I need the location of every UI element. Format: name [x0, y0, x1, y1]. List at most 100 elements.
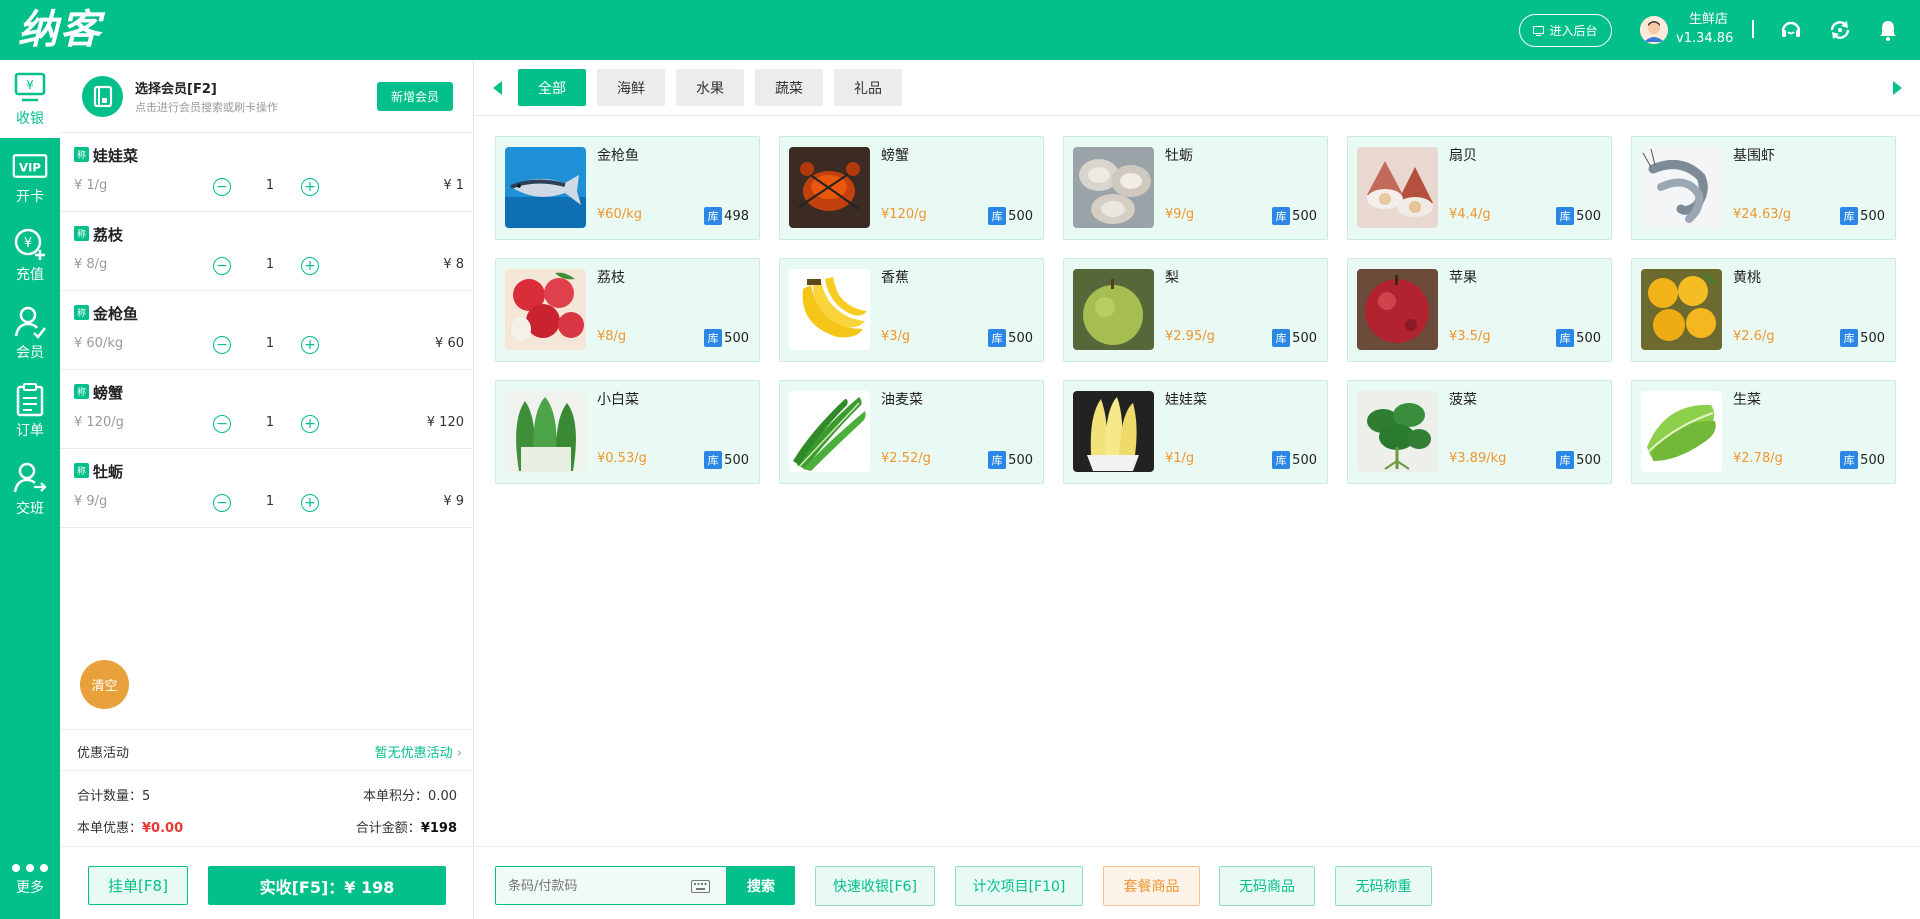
- goods-name: 香蕉: [881, 270, 909, 286]
- stock-badge: 库: [1272, 207, 1291, 225]
- goods-image: [789, 147, 870, 228]
- goods-name: 牡蛎: [1165, 148, 1193, 164]
- cart-item-unit-price: ¥ 60/kg: [74, 336, 124, 351]
- goods-card[interactable]: 娃娃菜 ¥1/g 库 500: [1063, 380, 1328, 484]
- goods-stock: 库 500: [1840, 451, 1885, 469]
- no-code-weigh-button[interactable]: 无码称重: [1335, 866, 1432, 906]
- cart-item-subtotal: ¥ 8: [443, 257, 464, 272]
- goods-stock: 库 500: [704, 329, 749, 347]
- nav-item-shift[interactable]: 交班: [0, 450, 60, 528]
- nav-label-cashier: 收银: [16, 111, 44, 127]
- barcode-search-box[interactable]: [495, 866, 727, 905]
- goods-card[interactable]: 梨 ¥2.95/g 库 500: [1063, 258, 1328, 362]
- promotion-value[interactable]: 暂无优惠活动 ›: [375, 742, 462, 761]
- no-code-goods-button[interactable]: 无码商品: [1219, 866, 1315, 906]
- goods-card[interactable]: 荔枝 ¥8/g 库 500: [495, 258, 760, 362]
- qty-minus-button[interactable]: −: [213, 257, 231, 275]
- goods-card[interactable]: 小白菜 ¥0.53/g 库 500: [495, 380, 760, 484]
- goods-image: [1357, 147, 1438, 228]
- goods-price: ¥3.5/g: [1449, 329, 1491, 344]
- nav-item-order[interactable]: 订单: [0, 372, 60, 450]
- goods-name: 苹果: [1449, 270, 1477, 286]
- customer-service-icon[interactable]: [1779, 18, 1803, 42]
- hang-order-button[interactable]: 挂单[F8]: [88, 866, 188, 905]
- total-amount-label: 合计金额：: [355, 821, 421, 836]
- clear-cart-button[interactable]: 清空: [80, 660, 129, 709]
- qty-plus-button[interactable]: +: [301, 257, 319, 275]
- cart-panel: 选择会员[F2] 点击进行会员搜索或刷卡操作 新增会员 称娃娃菜 ¥ 1/g −1 +…: [60, 60, 474, 919]
- qty-plus-button[interactable]: +: [301, 336, 319, 354]
- qty-plus-button[interactable]: +: [301, 494, 319, 512]
- tab-category[interactable]: 礼品: [834, 69, 902, 106]
- count-items-button[interactable]: 计次项目[F10]: [955, 866, 1083, 906]
- stock-badge: 库: [704, 329, 723, 347]
- search-button[interactable]: 搜索: [727, 866, 795, 905]
- checkout-button[interactable]: 实收[F5]：¥ 198: [208, 866, 446, 905]
- qty-plus-button[interactable]: +: [301, 415, 319, 433]
- promotion-row[interactable]: 优惠活动 暂无优惠活动 ›: [60, 729, 474, 771]
- member-icon: [14, 306, 46, 339]
- shift-icon: [13, 462, 47, 493]
- goods-card[interactable]: 扇贝 ¥4.4/g 库 500: [1347, 136, 1612, 240]
- goods-card[interactable]: 菠菜 ¥3.89/kg 库 500: [1347, 380, 1612, 484]
- goods-image: [789, 391, 870, 472]
- goods-price: ¥120/g: [881, 207, 927, 222]
- summary-row-amount: 本单优惠：¥0.00 合计金额：¥198: [77, 817, 457, 836]
- tab-category[interactable]: 水果: [676, 69, 744, 106]
- add-member-button[interactable]: 新增会员: [377, 82, 453, 111]
- qty-minus-button[interactable]: −: [213, 494, 231, 512]
- cart-row[interactable]: 称牡蛎 ¥ 9/g − 1 + ¥ 9: [60, 449, 474, 528]
- goods-card[interactable]: 黄桃 ¥2.6/g 库 500: [1631, 258, 1896, 362]
- goods-price: ¥60/kg: [597, 207, 642, 222]
- goods-card[interactable]: 螃蟹 ¥120/g 库 500: [779, 136, 1044, 240]
- barcode-search-input[interactable]: [508, 877, 678, 895]
- goods-card[interactable]: 金枪鱼 ¥60/kg 库 498: [495, 136, 760, 240]
- cart-row[interactable]: 称娃娃菜 ¥ 1/g − 1 + ¥ 1: [60, 133, 474, 212]
- goods-stock-value: 500: [1008, 208, 1033, 224]
- nav-item-cashier[interactable]: ¥ 收银: [0, 60, 60, 138]
- goods-card[interactable]: 油麦菜 ¥2.52/g 库 500: [779, 380, 1044, 484]
- enter-backend-button[interactable]: 进入后台: [1519, 14, 1612, 47]
- arrow-left-icon[interactable]: [493, 81, 502, 95]
- minus-icon: −: [216, 495, 228, 511]
- qty-minus-button[interactable]: −: [213, 178, 231, 196]
- qty-plus-button[interactable]: +: [301, 178, 319, 196]
- tab-category[interactable]: 海鲜: [597, 69, 665, 106]
- package-goods-button[interactable]: 套餐商品: [1103, 866, 1200, 906]
- tab-category[interactable]: 蔬菜: [755, 69, 823, 106]
- cart-row[interactable]: 称荔枝 ¥ 8/g − 1 + ¥ 8: [60, 212, 474, 291]
- qty-minus-button[interactable]: −: [213, 336, 231, 354]
- bell-icon[interactable]: [1876, 18, 1900, 42]
- goods-card[interactable]: 香蕉 ¥3/g 库 500: [779, 258, 1044, 362]
- total-amount-value: ¥198: [420, 821, 457, 836]
- weighed-badge: 称: [74, 305, 89, 320]
- nav-item-more[interactable]: 更多: [0, 840, 60, 918]
- store-name: 生鲜店: [1688, 12, 1728, 27]
- discount-label: 本单优惠：: [77, 821, 143, 836]
- avatar[interactable]: [1640, 16, 1668, 44]
- cart-row[interactable]: 称金枪鱼 ¥ 60/kg − 1 + ¥ 60: [60, 291, 474, 370]
- member-select[interactable]: 选择会员[F2] 点击进行会员搜索或刷卡操作 新增会员: [60, 60, 474, 133]
- sync-icon[interactable]: [1828, 18, 1852, 42]
- quick-checkout-button[interactable]: 快速收银[F6]: [815, 866, 935, 906]
- goods-price: ¥2.78/g: [1733, 451, 1783, 466]
- arrow-right-icon[interactable]: [1893, 81, 1902, 95]
- keyboard-icon[interactable]: [691, 880, 710, 893]
- nav-label-open-card: 开卡: [16, 189, 44, 205]
- goods-card[interactable]: 苹果 ¥3.5/g 库 500: [1347, 258, 1612, 362]
- nav-item-open-card[interactable]: VIP 开卡: [0, 138, 60, 216]
- goods-image: [1641, 147, 1722, 228]
- goods-name: 梨: [1165, 270, 1179, 286]
- cart-row[interactable]: 称螃蟹 ¥ 120/g − 1 + ¥ 120: [60, 370, 474, 449]
- goods-stock: 库 500: [1272, 329, 1317, 347]
- nav-item-recharge[interactable]: ¥ 充值: [0, 216, 60, 294]
- goods-price: ¥9/g: [1165, 207, 1195, 222]
- summary-row-qty: 合计数量：5 本单积分：0.00: [77, 785, 457, 804]
- goods-card[interactable]: 生菜 ¥2.78/g 库 500: [1631, 380, 1896, 484]
- goods-card[interactable]: 基围虾 ¥24.63/g 库 500: [1631, 136, 1896, 240]
- goods-card[interactable]: 牡蛎 ¥9/g 库 500: [1063, 136, 1328, 240]
- tab-category[interactable]: 全部: [518, 69, 586, 106]
- qty-minus-button[interactable]: −: [213, 415, 231, 433]
- plus-icon: +: [304, 416, 316, 432]
- nav-item-member[interactable]: 会员: [0, 294, 60, 372]
